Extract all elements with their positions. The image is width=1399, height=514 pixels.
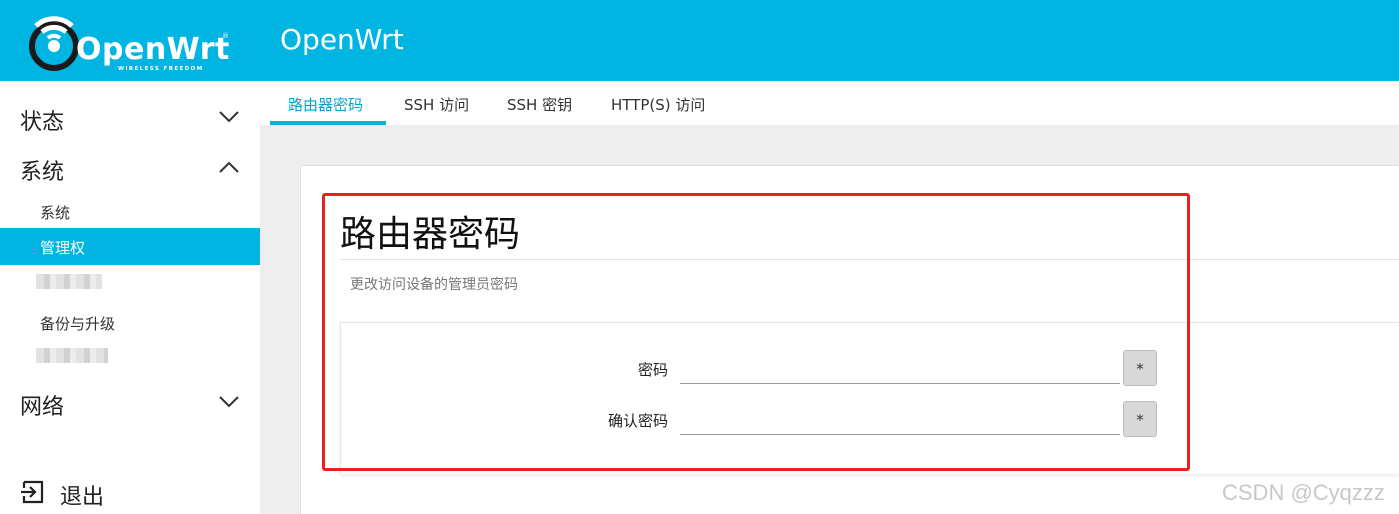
header-bar: OpenWrt ® WIRELESS FREEDOM OpenWrt (0, 0, 1399, 81)
sidebar-subitem-admin-label: 管理权 (40, 239, 86, 257)
chevron-up-icon[interactable] (218, 160, 240, 174)
sidebar-item-system[interactable]: 系统 (20, 154, 64, 186)
confirm-password-label: 确认密码 (607, 412, 668, 430)
logo-tagline: WIRELESS FREEDOM (118, 66, 204, 72)
logout-icon[interactable] (20, 479, 46, 505)
sidebar-subitem-system[interactable]: 系统 (40, 202, 70, 223)
tab-https-access[interactable]: HTTP(S) 访问 (611, 94, 705, 115)
blurred-menu-item[interactable] (36, 348, 108, 363)
sidebar-item-network[interactable]: 网络 (20, 389, 64, 421)
brand-title[interactable]: OpenWrt (280, 23, 404, 56)
blurred-menu-item[interactable] (36, 274, 102, 289)
sidebar-subitem-backup[interactable]: 备份与升级 (40, 313, 115, 334)
page-description: 更改访问设备的管理员密码 (350, 277, 518, 293)
tab-ssh-keys[interactable]: SSH 密钥 (507, 94, 572, 115)
openwrt-logo[interactable]: OpenWrt ® WIRELESS FREEDOM (28, 10, 238, 74)
title-divider (340, 259, 1399, 260)
tab-bar: 路由器密码 SSH 访问 SSH 密钥 HTTP(S) 访问 (260, 81, 1399, 125)
sidebar-item-status[interactable]: 状态 (20, 104, 64, 136)
tab-ssh-access[interactable]: SSH 访问 (404, 94, 469, 115)
page-title: 路由器密码 (340, 214, 521, 255)
password-label: 密码 (637, 361, 668, 379)
logo-registered-mark: ® (222, 32, 229, 40)
sidebar-subitem-admin[interactable]: 管理权 (0, 228, 260, 265)
watermark: CSDN @Cyqzzz (1222, 480, 1385, 505)
reveal-password-button[interactable]: * (1123, 350, 1157, 386)
active-tab-indicator (270, 121, 386, 125)
tab-router-password[interactable]: 路由器密码 (288, 94, 363, 115)
chevron-down-icon[interactable] (218, 395, 240, 409)
sidebar-item-logout[interactable]: 退出 (60, 479, 104, 511)
sidebar: 状态 系统 系统 管理权 备份与升级 网络 退出 (0, 81, 260, 514)
chevron-down-icon[interactable] (218, 110, 240, 124)
reveal-confirm-password-button[interactable]: * (1123, 401, 1157, 437)
password-form-section (340, 322, 1399, 474)
password-field[interactable] (680, 350, 1120, 384)
confirm-password-field[interactable] (680, 401, 1120, 435)
logo-wordmark: OpenWrt (76, 32, 230, 67)
